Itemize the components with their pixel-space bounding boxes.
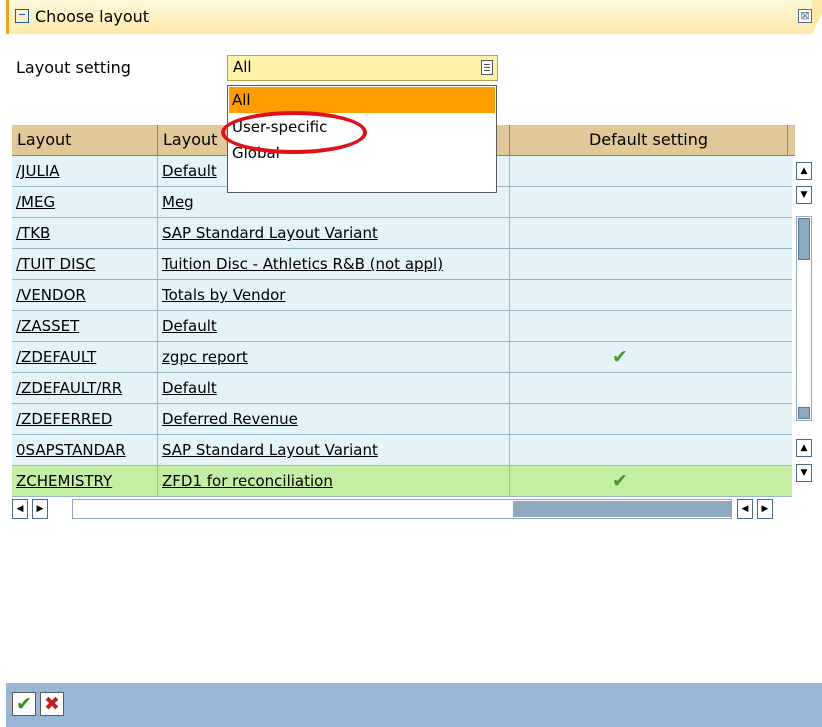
confirm-button[interactable]: ✔ — [12, 692, 36, 716]
layout-setting-label: Layout setting — [16, 58, 131, 77]
table-row[interactable]: /ZASSET Default — [12, 311, 792, 342]
scroll-left-icon[interactable]: ◀ — [12, 499, 28, 519]
description-cell[interactable]: Default — [158, 373, 510, 403]
layout-cell[interactable]: /TKB — [12, 218, 158, 248]
default-checkmark-icon: ✔ — [612, 346, 628, 368]
description-cell[interactable]: Tuition Disc - Athletics R&B (not appl) — [158, 249, 510, 279]
layout-setting-value: All — [233, 58, 252, 76]
vertical-scroll-thumb[interactable] — [798, 218, 810, 260]
table-row[interactable]: /ZDEFAULT/RR Default — [12, 373, 792, 404]
layout-cell[interactable]: /ZDEFAULT/RR — [12, 373, 158, 403]
annotation-circle — [221, 111, 367, 154]
scroll-down-icon[interactable]: ▼ — [796, 186, 812, 204]
layout-setting-dropdown[interactable]: All — [227, 55, 498, 81]
scroll-right-icon[interactable]: ▶ — [32, 499, 48, 519]
description-cell[interactable]: ZFD1 for reconciliation — [158, 466, 510, 496]
table-row[interactable]: /TUIT DISC Tuition Disc - Athletics R&B … — [12, 249, 792, 280]
table-row[interactable]: /ZDEFAULT zgpc report ✔ — [12, 342, 792, 373]
horizontal-scroll-track[interactable] — [72, 499, 732, 519]
layout-cell[interactable]: /TUIT DISC — [12, 249, 158, 279]
table-row[interactable]: /ZDEFERRED Deferred Revenue — [12, 404, 792, 435]
description-cell[interactable]: SAP Standard Layout Variant — [158, 435, 510, 465]
choose-layout-dialog: Choose layout ⊠ Layout setting All Layou… — [6, 0, 822, 727]
description-cell[interactable]: Default — [158, 311, 510, 341]
scroll-up-icon[interactable]: ▲ — [796, 162, 812, 180]
layout-cell[interactable]: ZCHEMISTRY — [12, 466, 158, 496]
layout-cell[interactable]: 0SAPSTANDAR — [12, 435, 158, 465]
horizontal-scrollbar[interactable]: ◀ ▶ ◀ ▶ — [12, 499, 787, 519]
layout-cell[interactable]: /ZASSET — [12, 311, 158, 341]
scroll-right-end-icon[interactable]: ▶ — [757, 499, 773, 519]
table-row[interactable]: /TKB SAP Standard Layout Variant — [12, 218, 792, 249]
default-checkmark-icon: ✔ — [612, 470, 628, 492]
description-cell[interactable]: Deferred Revenue — [158, 404, 510, 434]
dropdown-list-icon[interactable] — [481, 60, 493, 75]
vertical-scroll-track[interactable] — [796, 216, 812, 421]
table-row[interactable]: 0SAPSTANDAR SAP Standard Layout Variant — [12, 435, 792, 466]
layout-cell[interactable]: /VENDOR — [12, 280, 158, 310]
table-row-selected[interactable]: ZCHEMISTRY ZFD1 for reconciliation ✔ — [12, 466, 792, 497]
layout-cell[interactable]: /ZDEFAULT — [12, 342, 158, 372]
vertical-scroll-marker — [798, 407, 810, 419]
cancel-button[interactable]: ✖ — [40, 692, 64, 716]
description-cell[interactable]: Totals by Vendor — [158, 280, 510, 310]
table-row[interactable]: /VENDOR Totals by Vendor — [12, 280, 792, 311]
title-bar: Choose layout — [6, 0, 822, 34]
scroll-left-end-icon[interactable]: ◀ — [737, 499, 753, 519]
layout-cell[interactable]: /MEG — [12, 187, 158, 217]
dialog-title: Choose layout — [35, 7, 150, 26]
column-header-layout[interactable]: Layout — [12, 125, 158, 155]
scroll-page-down-icon[interactable]: ▼ — [796, 464, 812, 482]
dialog-footer: ✔ ✖ — [6, 683, 822, 727]
scroll-page-up-icon[interactable]: ▲ — [796, 439, 812, 457]
horizontal-scroll-thumb[interactable] — [513, 501, 731, 517]
vertical-scrollbar[interactable]: ▲ ▼ ▲ ▼ — [796, 162, 812, 492]
close-button[interactable]: ⊠ — [798, 9, 812, 23]
layout-cell[interactable]: /ZDEFERRED — [12, 404, 158, 434]
layout-cell[interactable]: /JULIA — [12, 156, 158, 186]
description-cell[interactable]: SAP Standard Layout Variant — [158, 218, 510, 248]
column-header-default-setting[interactable]: Default setting — [510, 125, 788, 155]
layout-window-icon — [15, 9, 29, 23]
option-all[interactable]: All — [229, 87, 495, 113]
description-cell[interactable]: zgpc report — [158, 342, 510, 372]
